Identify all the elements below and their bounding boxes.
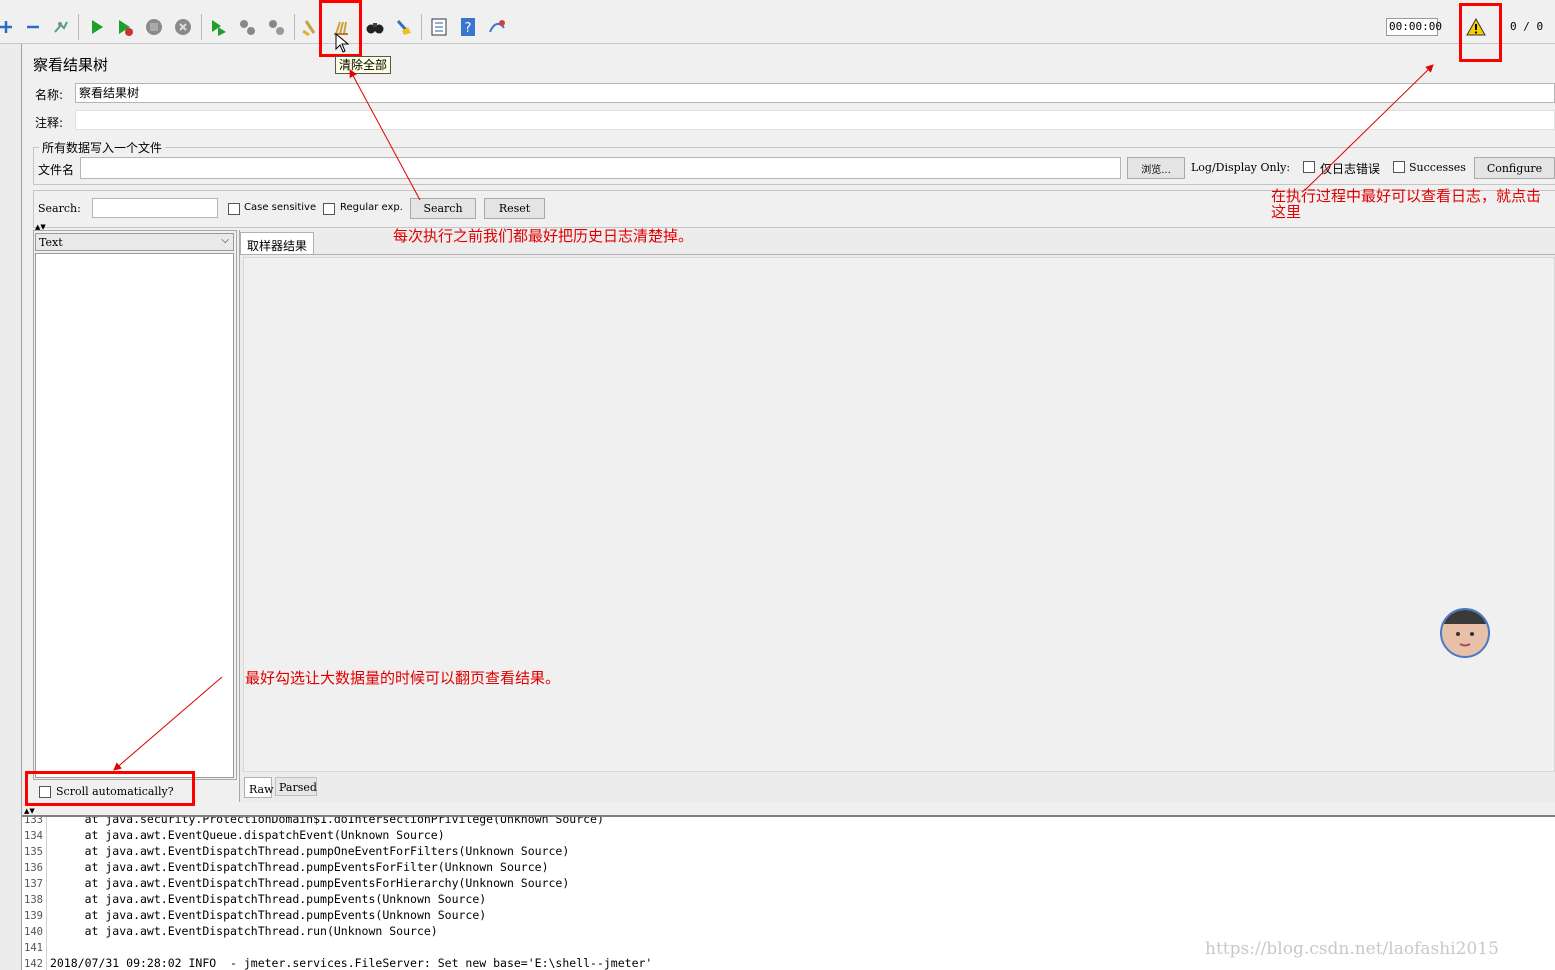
log-line: 141	[24, 942, 43, 954]
shutdown-icon[interactable]	[171, 14, 195, 40]
highlight-warning	[1459, 3, 1502, 62]
tab-divider	[240, 254, 1555, 255]
log-line: 140 at java.awt.EventDispatchThread.run(…	[24, 924, 438, 938]
search-icon[interactable]	[363, 14, 387, 40]
watermark: https://blog.csdn.net/laofashi2015	[1205, 939, 1499, 959]
annotation-view-log: 在执行过程中最好可以查看日志，就点击这里	[1271, 187, 1542, 221]
errors-only-checkbox[interactable]	[1303, 161, 1315, 173]
annotation-clear-history: 每次执行之前我们都最好把历史日志清楚掉。	[393, 227, 694, 245]
elapsed-timer: 00:00:00	[1386, 18, 1442, 36]
file-group-title: 所有数据写入一个文件	[39, 139, 166, 156]
regex-label: Regular exp.	[340, 202, 403, 213]
stop-icon[interactable]	[142, 14, 166, 40]
start-no-pauses-icon[interactable]	[113, 14, 137, 40]
log-line: 137 at java.awt.EventDispatchThread.pump…	[24, 876, 570, 890]
remote-exit-icon[interactable]	[485, 14, 509, 40]
log-line: 142 2018/07/31 09:28:02 INFO - jmeter.ser…	[24, 956, 653, 970]
thread-counts: 0 / 0	[1510, 20, 1544, 33]
log-line: 139 at java.awt.EventDispatchThread.pump…	[24, 908, 487, 922]
function-helper-icon[interactable]	[427, 14, 451, 40]
log-line: 138 at java.awt.EventDispatchThread.pump…	[24, 892, 487, 906]
renderer-select-value: Text	[39, 236, 63, 249]
log-line: 133 at java.security.ProtectionDomain$1.…	[24, 815, 604, 826]
log-line: 136 at java.awt.EventDispatchThread.pump…	[24, 860, 549, 874]
file-label: 文件名	[38, 163, 75, 177]
tab-parsed[interactable]: Parsed	[275, 777, 317, 796]
collapse-all-icon[interactable]	[21, 14, 45, 40]
successes-label: Successes	[1409, 161, 1466, 174]
successes-checkbox[interactable]	[1393, 161, 1405, 173]
configure-button[interactable]: Configure	[1474, 157, 1555, 179]
chevron-down-icon: ⌵	[221, 235, 229, 246]
expand-all-icon[interactable]	[0, 14, 18, 40]
remote-stop-icon[interactable]	[235, 14, 259, 40]
svg-text:?: ?	[465, 21, 472, 36]
tree-panel-edge	[0, 44, 22, 970]
tooltip: 清除全部	[335, 56, 392, 74]
avatar	[1440, 608, 1490, 658]
help-icon[interactable]: ?	[456, 14, 480, 40]
tab-raw[interactable]: Raw	[244, 777, 274, 798]
tab-sampler-result[interactable]: 取样器结果	[240, 232, 314, 254]
comment-label: 注释:	[35, 116, 64, 130]
page-title: 察看结果树	[33, 56, 109, 74]
remote-shutdown-icon[interactable]	[264, 14, 288, 40]
results-tree[interactable]	[35, 253, 234, 778]
case-sensitive-checkbox[interactable]	[228, 203, 240, 215]
annotation-scroll-hint: 最好勾选让大数据量的时候可以翻页查看结果。	[245, 669, 561, 687]
result-content[interactable]	[243, 257, 1555, 772]
browse-button[interactable]: 浏览...	[1127, 157, 1185, 179]
toolbar: ? 00:00:00 0 / 0	[0, 0, 1555, 44]
renderer-select[interactable]: Text ⌵	[35, 233, 234, 251]
log-line: 134 at java.awt.EventQueue.dispatchEvent…	[24, 828, 445, 842]
remote-start-icon[interactable]	[206, 14, 230, 40]
name-field[interactable]: 察看结果树	[75, 83, 1555, 103]
search-button[interactable]: Search	[410, 198, 476, 219]
start-icon[interactable]	[85, 14, 109, 40]
log-line: 135 at java.awt.EventDispatchThread.pump…	[24, 844, 570, 858]
search-label: Search:	[38, 202, 81, 215]
reset-button[interactable]: Reset	[484, 198, 545, 219]
case-sensitive-label: Case sensitive	[244, 202, 317, 213]
comment-field[interactable]	[75, 110, 1555, 130]
reset-search-icon[interactable]	[391, 14, 415, 40]
toggle-icon[interactable]	[49, 14, 73, 40]
highlight-scroll-auto	[25, 771, 195, 806]
log-display-label: Log/Display Only:	[1191, 161, 1291, 174]
errors-only-label: 仅日志错误	[1320, 162, 1381, 176]
cursor-icon	[335, 32, 350, 56]
log-split-arrows-icon[interactable]: ▲▼	[24, 808, 35, 815]
name-label: 名称:	[35, 88, 64, 102]
search-input[interactable]	[92, 198, 218, 218]
file-name-input[interactable]	[80, 157, 1121, 179]
regex-checkbox[interactable]	[323, 203, 335, 215]
